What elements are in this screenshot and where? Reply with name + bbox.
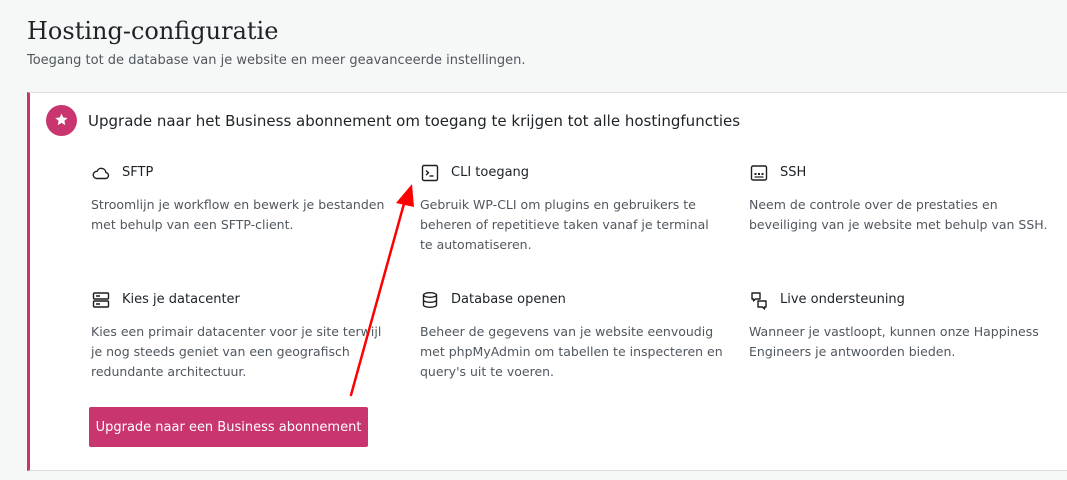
feature-title: SFTP	[122, 165, 154, 180]
feature-title: Database openen	[451, 292, 566, 307]
upgrade-heading: Upgrade naar het Business abonnement om …	[88, 112, 741, 130]
feature-description: Kies een primair datacenter voor je site…	[91, 324, 382, 379]
database-icon	[420, 290, 440, 310]
feature-title: CLI toegang	[451, 165, 530, 180]
feature-cli: CLI toegang Gebruik WP-CLI om plugins en…	[420, 163, 725, 255]
feature-database: Database openen Beheer de gegevens van j…	[420, 290, 725, 382]
feature-live-support: Live ondersteuning Wanneer je vastloopt,…	[749, 290, 1054, 362]
page-subtitle: Toegang tot de database van je website e…	[27, 53, 526, 68]
feature-description: Gebruik WP-CLI om plugins en gebruikers …	[420, 197, 709, 252]
feature-description: Wanneer je vastloopt, kunnen onze Happin…	[749, 324, 1039, 359]
feature-description: Neem de controle over de prestaties en b…	[749, 197, 1048, 232]
hosting-configuration-page: Hosting-configuratie Toegang tot de data…	[0, 0, 1067, 480]
feature-datacenter: Kies je datacenter Kies een primair data…	[91, 290, 396, 382]
terminal-icon	[420, 163, 440, 183]
feature-sftp: SFTP Stroomlijn je workflow en bewerk je…	[91, 163, 396, 235]
ssh-icon	[749, 163, 769, 183]
feature-ssh: SSH Neem de controle over de prestaties …	[749, 163, 1054, 235]
chat-bubbles-icon	[749, 290, 769, 310]
feature-description: Stroomlijn je workflow en bewerk je best…	[91, 197, 385, 232]
cloud-icon	[91, 163, 111, 183]
feature-title: Live ondersteuning	[780, 292, 905, 307]
upgrade-business-button[interactable]: Upgrade naar een Business abonnement	[89, 407, 368, 447]
star-icon	[46, 105, 77, 136]
feature-description: Beheer de gegevens van je website eenvou…	[420, 324, 723, 379]
feature-title: SSH	[780, 165, 807, 180]
upgrade-card: Upgrade naar het Business abonnement om …	[27, 92, 1067, 471]
feature-title: Kies je datacenter	[122, 292, 240, 307]
page-title: Hosting-configuratie	[27, 17, 279, 45]
server-icon	[91, 290, 111, 310]
